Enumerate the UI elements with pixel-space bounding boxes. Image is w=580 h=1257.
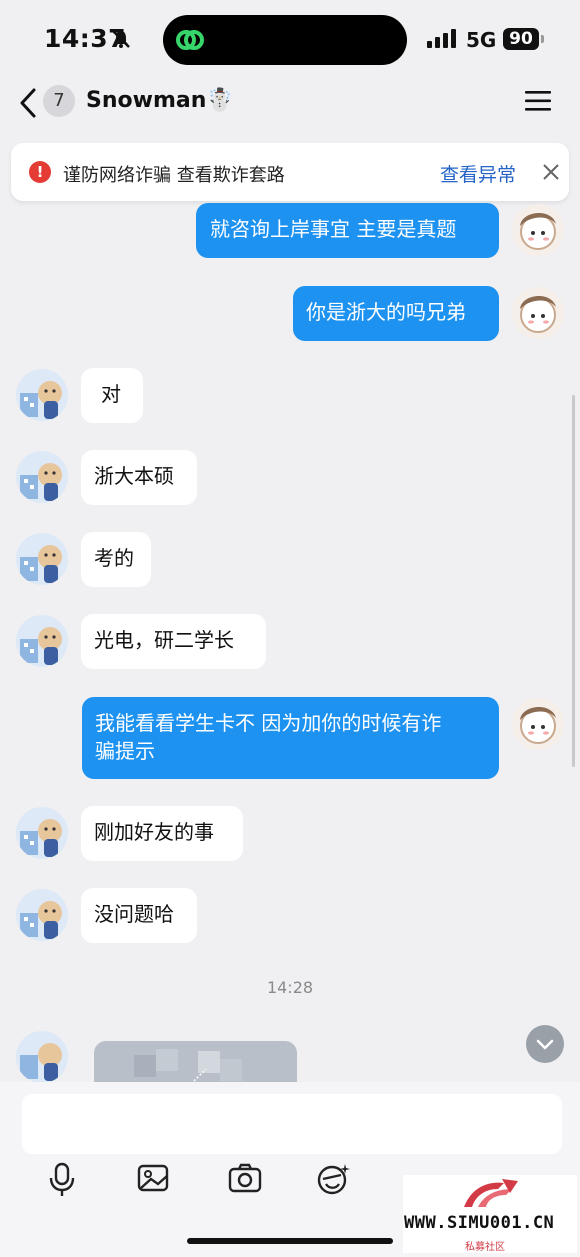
message-text: 浙大本硕 (94, 464, 174, 488)
view-anomaly-link[interactable]: 查看异常 (440, 160, 516, 187)
contact-avatar[interactable] (16, 369, 68, 421)
back-chevron-icon[interactable] (16, 86, 40, 124)
camera-icon[interactable] (228, 1162, 262, 1198)
status-bar: 14:37 5G 90 (0, 0, 580, 80)
message-bubble-incoming[interactable]: 没问题哈 (81, 888, 197, 943)
contact-avatar[interactable] (16, 1031, 68, 1083)
close-icon[interactable] (542, 163, 560, 185)
menu-icon[interactable] (524, 90, 552, 116)
message-bubble-incoming[interactable]: 对 (81, 368, 143, 423)
scroll-to-bottom-button[interactable] (526, 1025, 564, 1063)
silent-bell-icon (110, 28, 132, 54)
scrollbar[interactable] (572, 395, 575, 767)
contact-avatar[interactable] (16, 533, 68, 585)
message-text: 对 (101, 382, 121, 406)
image-icon[interactable] (137, 1162, 171, 1198)
emoji-icon[interactable] (316, 1162, 352, 1200)
watermark-logo-icon (464, 1179, 518, 1207)
banner-text: 谨防网络诈骗 查看欺诈套路 (63, 165, 285, 186)
chat-header: 7 Snowman☃️ (0, 78, 580, 132)
contact-avatar[interactable] (16, 889, 68, 941)
watermark-text: WWW.SIMU001.CN (404, 1213, 555, 1233)
contact-avatar[interactable] (16, 615, 68, 667)
dynamic-island (163, 15, 407, 65)
message-bubble-incoming[interactable]: 光电，研二学长 (81, 614, 266, 669)
message-bubble-incoming[interactable]: 考的 (81, 532, 151, 587)
microphone-icon[interactable] (48, 1162, 76, 1202)
message-text: 你是浙大的吗兄弟 (306, 300, 466, 324)
my-avatar[interactable] (512, 204, 564, 256)
message-text: 考的 (94, 546, 134, 570)
fraud-warning-banner: ! 谨防网络诈骗 查看欺诈套路 查看异常 (11, 143, 569, 201)
contact-avatar[interactable] (16, 807, 68, 859)
message-text: 就咨询上岸事宜 主要是真题 (210, 217, 457, 241)
message-text: 刚加好友的事 (94, 820, 214, 844)
message-bubble-outgoing[interactable]: 就咨询上岸事宜 主要是真题 (196, 203, 499, 258)
message-timestamp: 14:28 (266, 978, 314, 997)
unread-count-badge[interactable]: 7 (43, 85, 75, 117)
chat-title: Snowman☃️ (86, 88, 234, 113)
message-bubble-outgoing[interactable]: 我能看看学生卡不 因为加你的时候有诈 骗提示 (82, 697, 499, 779)
network-type: 5G (466, 28, 497, 52)
signal-icon (427, 28, 459, 52)
message-text: 光电，研二学长 (94, 628, 234, 652)
battery-level: 90 (503, 28, 539, 50)
battery-tip (541, 35, 544, 43)
message-text: 没问题哈 (94, 902, 174, 926)
message-text-line-1: 我能看看学生卡不 因为加你的时候有诈 (95, 711, 442, 735)
link-icon (173, 23, 207, 61)
watermark: WWW.SIMU001.CN 私募社区 (403, 1175, 577, 1253)
my-avatar[interactable] (512, 287, 564, 339)
message-input[interactable] (22, 1094, 562, 1154)
message-bubble-incoming[interactable]: 刚加好友的事 (81, 806, 243, 861)
message-bubble-outgoing[interactable]: 你是浙大的吗兄弟 (293, 286, 499, 341)
my-avatar[interactable] (512, 698, 564, 750)
image-message[interactable] (94, 1041, 297, 1083)
message-bubble-incoming[interactable]: 浙大本硕 (81, 450, 197, 505)
contact-avatar[interactable] (16, 451, 68, 503)
message-text-line-2: 骗提示 (95, 739, 155, 763)
warning-icon: ! (29, 161, 51, 183)
watermark-subtitle: 私募社区 (465, 1242, 505, 1253)
home-indicator (187, 1238, 393, 1244)
